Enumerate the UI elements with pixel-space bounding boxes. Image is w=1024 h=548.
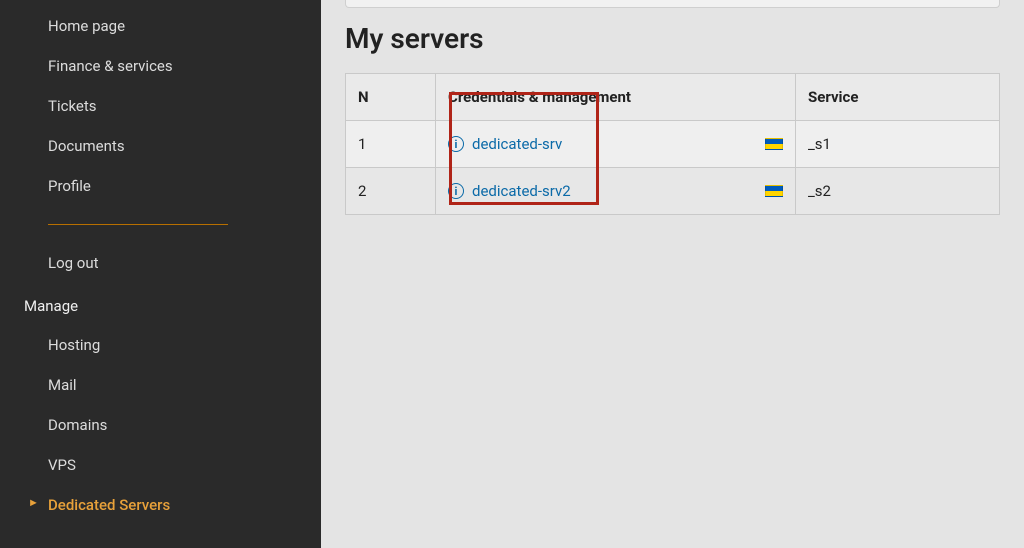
flag-icon [765, 138, 783, 150]
nav-manage-group: Hosting Mail Domains VPS Dedicated Serve… [0, 325, 321, 525]
nav-mail[interactable]: Mail [0, 365, 321, 405]
nav-domains[interactable]: Domains [0, 405, 321, 445]
nav-vps[interactable]: VPS [0, 445, 321, 485]
info-icon: i [448, 136, 464, 152]
servers-table: N Credentials & management Service 1 i d… [345, 73, 1000, 215]
col-header-n: N [346, 74, 436, 121]
table-row: 1 i dedicated-srv _s1 [346, 121, 1000, 168]
cell-service: _s1 [796, 121, 1000, 168]
nav-tickets[interactable]: Tickets [0, 86, 321, 126]
col-header-credentials: Credentials & management [436, 74, 796, 121]
cell-n: 1 [346, 121, 436, 168]
nav-home[interactable]: Home page [0, 6, 321, 46]
main: My servers N Credentials & management Se… [321, 0, 1024, 548]
top-toolbar-collapsed [345, 0, 1000, 8]
server-link[interactable]: i dedicated-srv2 [448, 182, 571, 200]
cell-service: _s2 [796, 168, 1000, 215]
cell-credentials: i dedicated-srv2 [436, 168, 796, 215]
sidebar: Home page Finance & services Tickets Doc… [0, 0, 321, 548]
table-row: 2 i dedicated-srv2 _s2 [346, 168, 1000, 215]
nav-hosting[interactable]: Hosting [0, 325, 321, 365]
sidebar-section-manage: Manage [0, 283, 321, 325]
nav-primary-group: Home page Finance & services Tickets Doc… [0, 6, 321, 206]
sidebar-divider [48, 224, 228, 225]
nav-documents[interactable]: Documents [0, 126, 321, 166]
page-title: My servers [345, 22, 1000, 55]
server-name: dedicated-srv [472, 135, 562, 153]
col-header-service: Service [796, 74, 1000, 121]
nav-finance[interactable]: Finance & services [0, 46, 321, 86]
nav-dedicated[interactable]: Dedicated Servers [0, 485, 321, 525]
info-icon: i [448, 183, 464, 199]
cell-credentials: i dedicated-srv [436, 121, 796, 168]
nav-logout[interactable]: Log out [0, 243, 321, 283]
server-name: dedicated-srv2 [472, 182, 571, 200]
server-link[interactable]: i dedicated-srv [448, 135, 562, 153]
nav-profile[interactable]: Profile [0, 166, 321, 206]
cell-n: 2 [346, 168, 436, 215]
flag-icon [765, 185, 783, 197]
